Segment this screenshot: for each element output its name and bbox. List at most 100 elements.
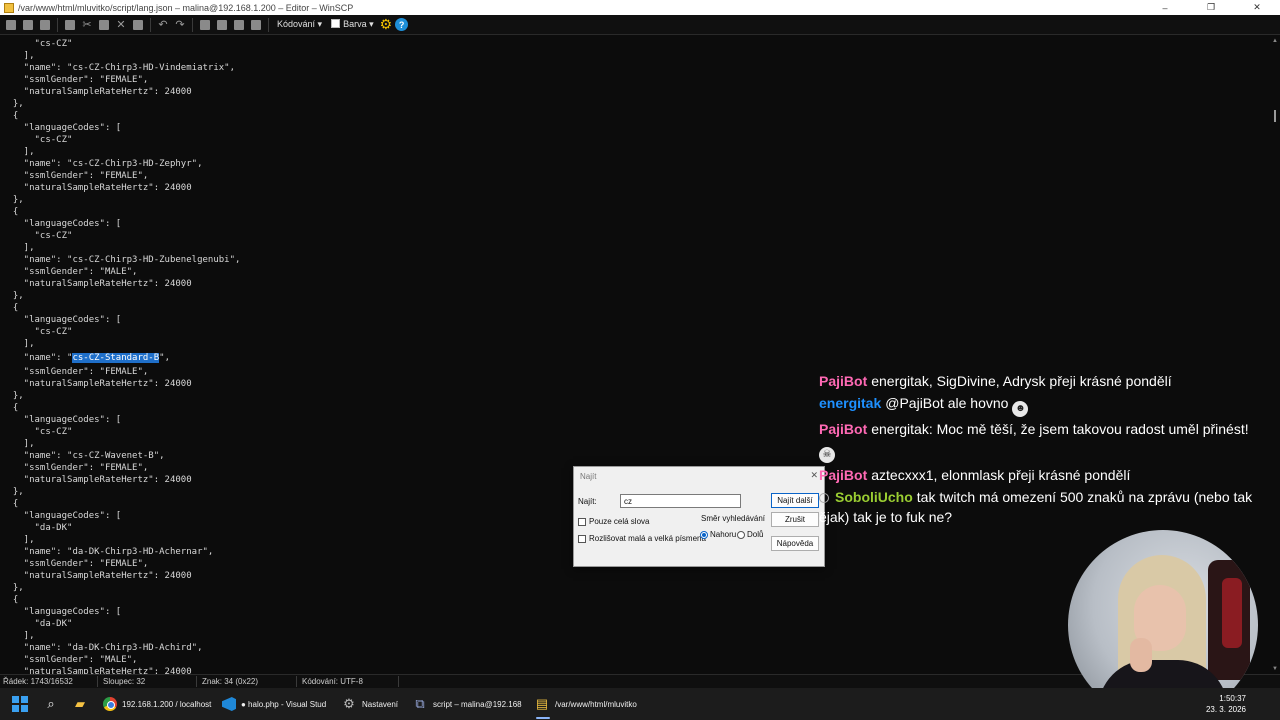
- taskbar-editor[interactable]: ▤ /var/www/html/mluvitko: [534, 688, 637, 720]
- status-divider: [97, 676, 98, 687]
- save-icon[interactable]: [4, 18, 18, 32]
- dialog-title: Najít: [580, 472, 597, 481]
- skull-emote-icon: ☠: [819, 447, 835, 463]
- color-dropdown[interactable]: Barva ▾: [328, 19, 377, 30]
- match-case-checkbox[interactable]: Rozlišovat malá a velká písmena: [578, 534, 706, 543]
- copy-icon[interactable]: [63, 18, 77, 32]
- status-divider: [398, 676, 399, 687]
- code-line: },: [2, 195, 24, 205]
- chat-text: energitak: Moc mě těší, že jsem takovou …: [871, 421, 1249, 437]
- find-icon[interactable]: [198, 18, 212, 32]
- active-window-indicator: [536, 717, 550, 719]
- code-line: "ssmlGender": "FEMALE",: [2, 171, 149, 181]
- code-line: "naturalSampleRateHertz": 24000: [2, 183, 192, 193]
- find-dialog: Najít ✕ Najít: Najít další Zrušit Nápově…: [573, 466, 825, 567]
- scroll-down-icon[interactable]: ▼: [1272, 666, 1278, 672]
- direction-down-radio[interactable]: Dolů: [737, 530, 763, 539]
- editor-file-icon: ▤: [535, 696, 549, 711]
- search-button[interactable]: ⌕: [43, 688, 64, 720]
- vertical-scrollbar[interactable]: ▲ ▼: [1270, 36, 1280, 674]
- find-input[interactable]: [620, 494, 741, 508]
- code-line: {: [2, 207, 19, 217]
- screen: /var/www/html/mluvitko/script/lang.json …: [0, 0, 1280, 720]
- save-all-icon[interactable]: [21, 18, 35, 32]
- chat-username: SoboliUcho: [835, 489, 913, 505]
- find-next-icon[interactable]: [232, 18, 246, 32]
- webcam-chair-accent: [1222, 578, 1242, 648]
- radio-selected-icon: [700, 530, 708, 539]
- whole-words-checkbox[interactable]: Pouze celá slova: [578, 517, 649, 526]
- code-line: "naturalSampleRateHertz": 24000: [2, 279, 192, 289]
- delete-icon[interactable]: ✕: [114, 18, 128, 32]
- paste-icon[interactable]: [97, 18, 111, 32]
- cancel-button[interactable]: Zrušit: [771, 512, 819, 527]
- code-line: "ssmlGender": "MALE",: [2, 267, 138, 277]
- goto-line-icon[interactable]: [249, 18, 263, 32]
- editor-toolbar: ✂ ✕ ↶ ↷ Kódování ▾ Barva ▾ ⚙ ?: [0, 15, 1280, 35]
- code-line: "cs-CZ": [2, 39, 73, 49]
- code-line: "name": "cs-CZ-Chirp3-HD-Zephyr",: [2, 159, 203, 169]
- replace-icon[interactable]: [215, 18, 229, 32]
- windows-logo-icon: [12, 696, 28, 712]
- close-icon[interactable]: ✕: [810, 470, 818, 481]
- smile-emote-icon: ☻: [1012, 401, 1029, 417]
- taskbar-vscode[interactable]: ● halo.php - Visual Stud: [222, 688, 326, 720]
- status-encoding: Kódování: UTF-8: [302, 677, 363, 686]
- code-line: "ssmlGender": "FEMALE",: [2, 75, 149, 85]
- chat-overlay: PajiBot energitak, SigDivine, Adrysk přej…: [819, 371, 1269, 529]
- title-bar: /var/www/html/mluvitko/script/lang.json …: [0, 0, 1280, 15]
- match-case-label: Rozlišovat malá a velká písmena: [589, 534, 706, 543]
- color-checkbox-icon: [331, 19, 341, 28]
- taskbar-chrome[interactable]: 192.168.1.200 / localhost: [103, 688, 211, 720]
- minimize-button[interactable]: –: [1142, 0, 1188, 15]
- badge-icon: [819, 493, 829, 503]
- toolbar-separator: [57, 17, 58, 32]
- settings-gear-icon: ⚙: [343, 696, 355, 711]
- chat-username: PajiBot: [819, 421, 868, 437]
- chat-username: PajiBot: [819, 373, 868, 389]
- radio-icon: [737, 530, 745, 539]
- code-line: "name": "cs-CZ-Chirp3-HD-Vindemiatrix",: [2, 63, 235, 73]
- chat-message: PajiBot energitak, SigDivine, Adrysk přej…: [819, 371, 1269, 391]
- scrollbar-thumb[interactable]: [1274, 110, 1276, 122]
- code-line: "cs-CZ": [2, 327, 73, 337]
- direction-up-radio[interactable]: Nahoru: [700, 530, 736, 539]
- whole-words-label: Pouze celá slova: [589, 517, 650, 526]
- system-clock[interactable]: 1:50:37 23. 3. 2026: [1206, 693, 1246, 715]
- restore-button[interactable]: ❐: [1188, 0, 1234, 15]
- taskbar-settings[interactable]: ⚙ Nastavení: [341, 688, 398, 720]
- taskbar-editor-label: /var/www/html/mluvitko: [555, 699, 637, 709]
- winscp-icon: ⧉: [415, 696, 425, 711]
- redo-icon[interactable]: ↷: [173, 18, 187, 32]
- vscode-icon: [222, 697, 236, 711]
- start-button[interactable]: [12, 688, 28, 720]
- find-next-button[interactable]: Najít další: [771, 493, 819, 508]
- reload-icon[interactable]: [38, 18, 52, 32]
- status-char: Znak: 34 (0x22): [202, 677, 259, 686]
- code-line: ],: [2, 51, 35, 61]
- scroll-up-icon[interactable]: ▲: [1272, 38, 1278, 44]
- taskbar-chrome-label: 192.168.1.200 / localhost: [122, 699, 212, 709]
- webcam-person-hand: [1130, 638, 1152, 672]
- help-button[interactable]: Nápověda: [771, 536, 819, 551]
- direction-up-label: Nahoru: [710, 530, 737, 539]
- file-explorer-button[interactable]: ▰: [72, 688, 93, 720]
- code-line: ],: [2, 243, 35, 253]
- undo-icon[interactable]: ↶: [156, 18, 170, 32]
- taskbar: ⌕ ▰ 192.168.1.200 / localhost ● halo.php…: [0, 688, 1280, 720]
- line-suffix: ",: [159, 353, 170, 363]
- code-line: {: [2, 111, 19, 121]
- code-line: "languageCodes": [: [2, 315, 122, 325]
- find-label: Najít:: [578, 497, 597, 506]
- help-icon[interactable]: ?: [395, 18, 409, 31]
- toolbar-separator: [268, 17, 269, 32]
- taskbar-winscp[interactable]: ⧉ script – malina@192.168: [412, 688, 521, 720]
- chat-username: energitak: [819, 395, 882, 411]
- gear-icon[interactable]: ⚙: [380, 16, 393, 33]
- select-all-icon[interactable]: [131, 18, 145, 32]
- encoding-dropdown[interactable]: Kódování ▾: [274, 19, 325, 30]
- close-button[interactable]: ✕: [1234, 0, 1280, 15]
- editor-app-icon: [4, 2, 14, 13]
- cut-icon[interactable]: ✂: [80, 18, 94, 32]
- direction-down-label: Dolů: [747, 530, 764, 539]
